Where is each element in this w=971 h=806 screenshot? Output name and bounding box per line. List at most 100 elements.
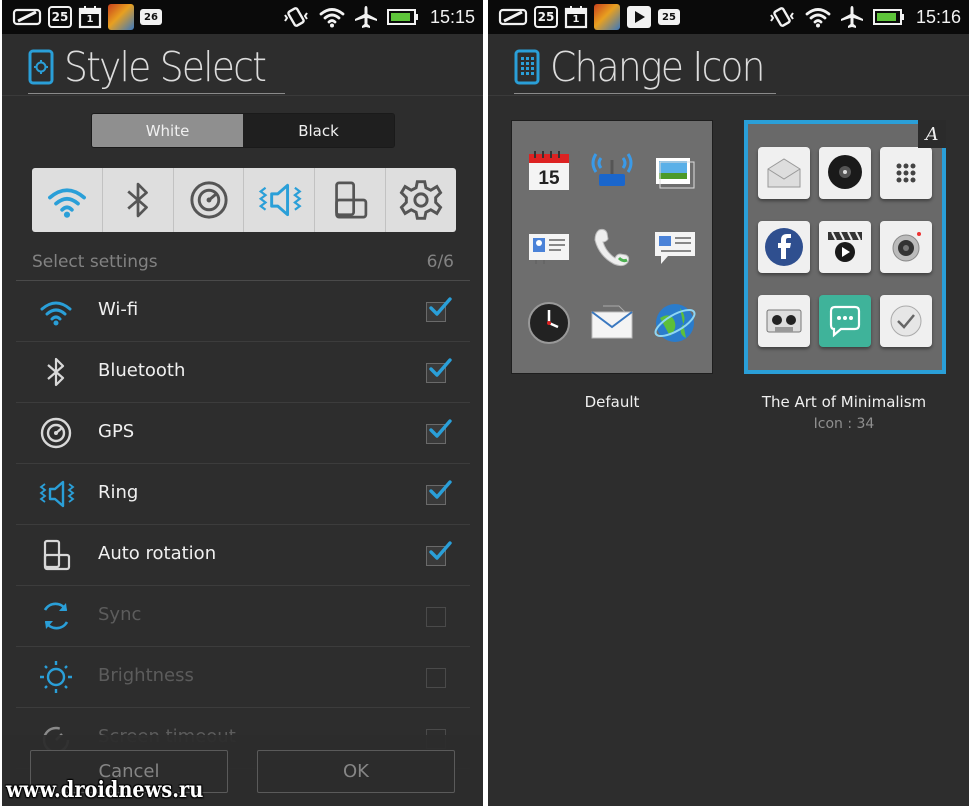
sync-icon: [36, 598, 76, 634]
selected-pack-badge: A: [918, 120, 946, 148]
play-store-icon: [626, 5, 652, 29]
gps-icon: [36, 415, 76, 451]
toggle-settings[interactable]: [386, 168, 456, 232]
checkmark-icon: [428, 357, 452, 381]
select-settings-label: Select settings: [32, 252, 158, 272]
setting-row-sync[interactable]: Sync: [16, 586, 470, 647]
toggle-ring[interactable]: [244, 168, 316, 232]
gallery-icon: [648, 144, 702, 198]
checkbox-brightness[interactable]: [426, 666, 450, 690]
clock: 15:15: [429, 6, 475, 27]
title-underline: [514, 93, 776, 94]
select-settings-header: Select settings 6/6: [32, 249, 454, 275]
ring-icon: [36, 476, 76, 512]
ring-icon: [253, 178, 305, 222]
status-bar: 25 1 25 15:16: [488, 0, 969, 34]
toggle-gps[interactable]: [174, 168, 245, 232]
gps-icon: [183, 178, 235, 222]
toggle-preview-bar: [32, 168, 456, 232]
svg-text:15: 15: [539, 168, 561, 189]
calendar-1-icon: 1: [564, 5, 588, 29]
page-title: Change Icon: [550, 43, 766, 91]
style-app-icon: [28, 49, 54, 85]
status-bar: 25 1 26 15:15: [2, 0, 483, 34]
checkmark-icon: [428, 479, 452, 503]
bluetooth-icon: [112, 178, 164, 222]
game-app-icon: [108, 4, 134, 30]
style-white-button[interactable]: White: [92, 114, 243, 147]
setting-row-brightness[interactable]: Brightness: [16, 647, 470, 708]
clock: 15:16: [915, 6, 961, 27]
email-icon: [585, 296, 639, 350]
email-icon: [757, 146, 811, 200]
battery-icon: [387, 8, 419, 26]
dialer-icon: [879, 146, 933, 200]
calendar-25-icon: 25: [534, 6, 558, 28]
setting-label: Brightness: [98, 665, 194, 686]
vibrate-icon: [282, 5, 310, 29]
icon-pack-minimalism-card[interactable]: A: [744, 120, 946, 374]
setting-label: Sync: [98, 604, 142, 625]
setting-label: Ring: [98, 482, 139, 503]
contacts-icon: [522, 220, 576, 274]
bluetooth-icon: [36, 354, 76, 390]
icon-pack-default-card[interactable]: 15: [511, 120, 713, 374]
checkbox-wifi[interactable]: [426, 300, 450, 324]
checkbox-auto-rotation[interactable]: [426, 544, 450, 568]
wireless-icon: [585, 144, 639, 198]
checkbox-ring[interactable]: [426, 483, 450, 507]
check-icon: [879, 294, 933, 348]
wifi-icon: [319, 5, 345, 29]
brightness-icon: [36, 659, 76, 695]
title-underline: [28, 93, 285, 94]
setting-row-ring[interactable]: Ring: [16, 464, 470, 525]
ok-button[interactable]: OK: [257, 750, 455, 793]
facebook-icon: [757, 220, 811, 274]
setting-label: GPS: [98, 421, 135, 442]
auto-rotation-icon: [324, 178, 376, 222]
vibrate-icon: [768, 5, 796, 29]
calendar-small-day: 1: [572, 14, 580, 25]
header-divider: [488, 95, 969, 96]
calendar-25-icon: 25: [48, 6, 72, 28]
screenshot-icon: [12, 5, 42, 29]
setting-row-wifi[interactable]: Wi-fi: [16, 281, 470, 342]
tape-icon: [757, 294, 811, 348]
select-settings-count: 6/6: [426, 252, 454, 272]
settings-icon: [395, 178, 447, 222]
screenshot-icon: [498, 5, 528, 29]
watermark: www.droidnews.ru: [6, 777, 204, 803]
icon-grid-app-icon: [514, 49, 540, 85]
setting-label: Bluetooth: [98, 360, 186, 381]
wifi-icon: [41, 178, 93, 222]
clock-icon: [522, 296, 576, 350]
checkbox-gps[interactable]: [426, 422, 450, 446]
setting-row-bluetooth[interactable]: Bluetooth: [16, 342, 470, 403]
notification-badge: 26: [140, 9, 162, 25]
chat-icon: [818, 294, 872, 348]
icon-pack-default-name: Default: [584, 393, 640, 411]
calendar-1-icon: 1: [78, 5, 102, 29]
icon-pack-minimalism-name: The Art of Minimalism: [761, 393, 927, 411]
toggle-wifi[interactable]: [32, 168, 103, 232]
phone-icon: [585, 220, 639, 274]
toggle-auto-rotation[interactable]: [315, 168, 387, 232]
video-icon: [818, 220, 872, 274]
checkbox-sync[interactable]: [426, 605, 450, 629]
notification-badge: 25: [658, 9, 680, 25]
toggle-bluetooth[interactable]: [103, 168, 174, 232]
icon-pack-minimalism-count: Icon : 34: [813, 416, 875, 432]
game-app-icon: [594, 4, 620, 30]
checkbox-bluetooth[interactable]: [426, 361, 450, 385]
page-title: Style Select: [64, 43, 267, 91]
setting-label: Wi-fi: [98, 299, 139, 320]
change-icon-screen: 25 1 25 15:16 Change Icon 15 Default A T…: [488, 0, 969, 806]
style-black-button[interactable]: Black: [243, 114, 394, 147]
checkmark-icon: [428, 540, 452, 564]
setting-row-gps[interactable]: GPS: [16, 403, 470, 464]
page-header: Style Select: [28, 42, 283, 92]
checkmark-icon: [428, 296, 452, 320]
messaging-icon: [648, 220, 702, 274]
setting-row-auto-rotation[interactable]: Auto rotation: [16, 525, 470, 586]
style-segmented-control: White Black: [91, 113, 395, 148]
